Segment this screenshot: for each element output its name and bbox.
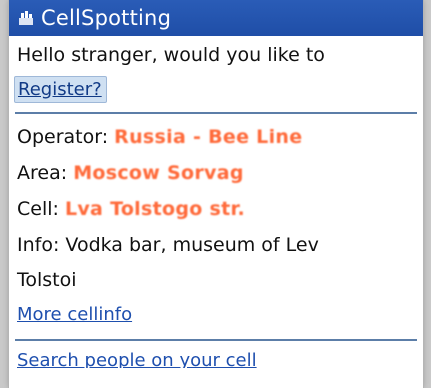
info-value-line2: Tolstoi [17, 269, 77, 291]
divider-bottom [15, 339, 417, 341]
register-link[interactable]: Register? [14, 75, 107, 103]
phone-screen: CellSpotting Hello stranger, would you l… [9, 0, 423, 388]
divider-top [15, 112, 417, 114]
area-value: Moscow Sorvag [73, 162, 244, 184]
info-label: Info: [17, 234, 60, 256]
cell-label: Cell: [17, 198, 59, 220]
greeting-text: Hello stranger, would you like to [17, 44, 325, 66]
cellspotting-app-icon [17, 9, 35, 27]
search-people-link[interactable]: Search people on your cell [9, 346, 423, 368]
operator-row: Operator: Russia - Bee Line [9, 119, 423, 155]
cell-value: Lva Tolstogo str. [64, 198, 245, 220]
operator-label: Operator: [17, 126, 109, 148]
info-value-line1: Vodka bar, museum of Lev [65, 234, 319, 256]
area-label: Area: [17, 162, 68, 184]
operator-value: Russia - Bee Line [114, 126, 303, 148]
area-row: Area: Moscow Sorvag [9, 155, 423, 191]
more-cellinfo-link[interactable]: More cellinfo [9, 297, 423, 333]
app-title: CellSpotting [41, 6, 172, 30]
title-bar: CellSpotting [9, 0, 423, 36]
info-row: Info: Vodka bar, museum of Lev [9, 227, 423, 263]
cell-row: Cell: Lva Tolstogo str. [9, 191, 423, 227]
register-row: Register? [9, 72, 423, 106]
